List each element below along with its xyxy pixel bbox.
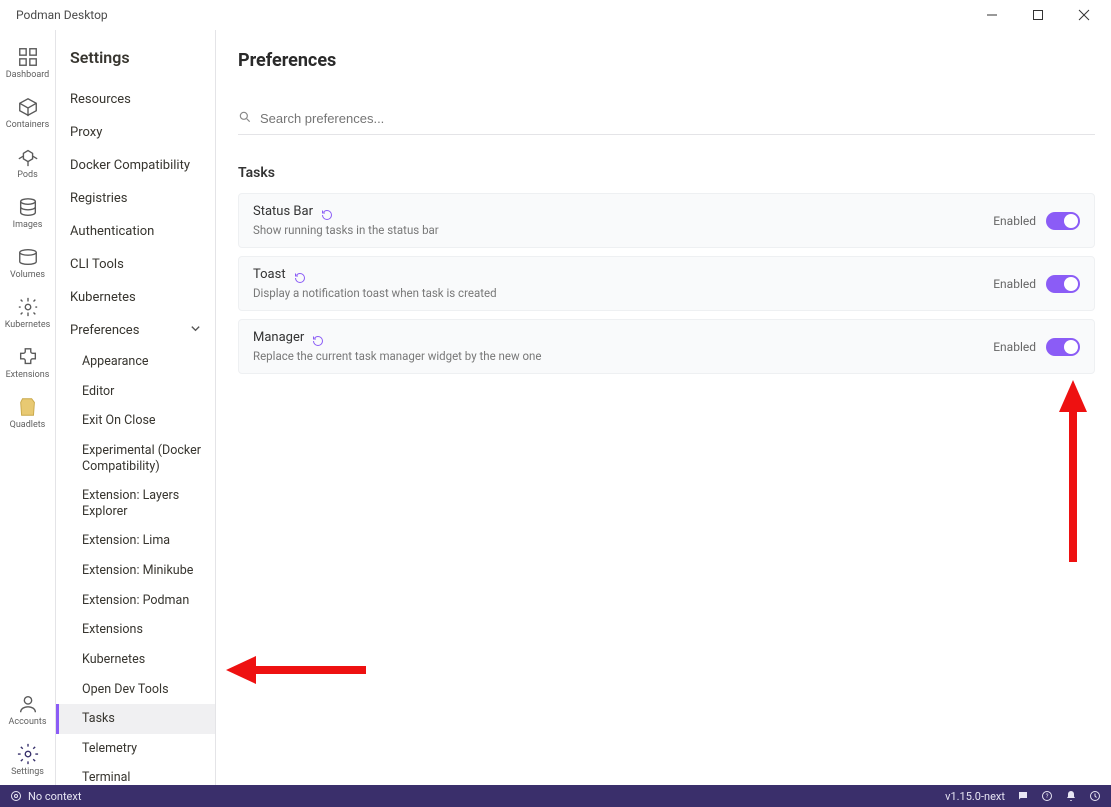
side-sub-ext-layers-explorer[interactable]: Extension: Layers Explorer — [56, 481, 215, 526]
settings-title: Settings — [56, 48, 215, 83]
pref-row-status-bar: Status Bar Show running tasks in the sta… — [238, 193, 1095, 248]
rail-settings[interactable]: Settings — [0, 735, 55, 785]
pref-desc: Replace the current task manager widget … — [253, 349, 542, 363]
pref-row-toast: Toast Display a notification toast when … — [238, 256, 1095, 311]
reset-icon[interactable] — [321, 206, 333, 218]
side-sub-telemetry[interactable]: Telemetry — [56, 734, 215, 764]
rail-label: Containers — [6, 120, 49, 130]
rail-label: Quadlets — [10, 420, 46, 430]
rail-label: Pods — [17, 170, 37, 180]
maximize-button[interactable] — [1015, 0, 1061, 30]
rail-label: Images — [13, 220, 43, 230]
bell-icon[interactable] — [1065, 790, 1077, 802]
rail-pods[interactable]: Pods — [0, 138, 55, 188]
help-icon[interactable]: ? — [1041, 790, 1053, 802]
pref-name: Manager — [253, 330, 304, 345]
reset-icon[interactable] — [294, 269, 306, 281]
search-wrap — [238, 109, 1095, 135]
annotation-arrow-up — [1053, 372, 1093, 572]
pref-state: Enabled — [993, 277, 1036, 291]
toggle-status-bar[interactable] — [1046, 212, 1080, 230]
rail-label: Volumes — [10, 270, 45, 280]
side-sub-appearance[interactable]: Appearance — [56, 347, 215, 377]
side-sub-tasks[interactable]: Tasks — [56, 704, 215, 734]
rail-quadlets[interactable]: Quadlets — [0, 388, 55, 438]
toggle-manager[interactable] — [1046, 338, 1080, 356]
statusbar: No context v1.15.0-next ? — [0, 785, 1111, 807]
minimize-button[interactable] — [969, 0, 1015, 30]
side-item-authentication[interactable]: Authentication — [56, 215, 215, 248]
pref-desc: Show running tasks in the status bar — [253, 223, 439, 237]
content-area: Preferences Tasks Status Bar Show runnin… — [216, 30, 1111, 785]
rail-label: Settings — [11, 767, 44, 777]
titlebar: Podman Desktop — [0, 0, 1111, 30]
svg-text:?: ? — [1046, 793, 1049, 800]
pref-name: Toast — [253, 267, 286, 282]
context-icon[interactable] — [10, 790, 22, 802]
side-label: Preferences — [70, 323, 139, 338]
app-title: Podman Desktop — [16, 8, 108, 22]
tasks-icon[interactable] — [1089, 790, 1101, 802]
page-title: Preferences — [238, 50, 1095, 71]
side-sub-terminal[interactable]: Terminal — [56, 763, 215, 785]
rail-volumes[interactable]: Volumes — [0, 238, 55, 288]
rail-nav: Dashboard Containers Pods Images Volumes… — [0, 30, 56, 785]
side-item-docker-compat[interactable]: Docker Compatibility — [56, 149, 215, 182]
rail-accounts[interactable]: Accounts — [0, 685, 55, 735]
side-sub-ext-lima[interactable]: Extension: Lima — [56, 526, 215, 556]
rail-images[interactable]: Images — [0, 188, 55, 238]
chevron-down-icon — [190, 323, 201, 338]
reset-icon[interactable] — [312, 332, 324, 344]
pref-desc: Display a notification toast when task i… — [253, 286, 497, 300]
annotation-arrow-right — [216, 650, 376, 690]
rail-dashboard[interactable]: Dashboard — [0, 38, 55, 88]
side-item-cli-tools[interactable]: CLI Tools — [56, 248, 215, 281]
window-controls — [969, 0, 1107, 30]
rail-extensions[interactable]: Extensions — [0, 338, 55, 388]
rail-label: Extensions — [6, 370, 50, 380]
rail-kubernetes[interactable]: Kubernetes — [0, 288, 55, 338]
feedback-icon[interactable] — [1017, 790, 1029, 802]
toggle-toast[interactable] — [1046, 275, 1080, 293]
rail-containers[interactable]: Containers — [0, 88, 55, 138]
rail-label: Kubernetes — [5, 320, 51, 330]
side-sub-experimental-docker[interactable]: Experimental (Docker Compatibility) — [56, 436, 215, 481]
section-title: Tasks — [238, 165, 1095, 181]
side-sub-open-dev-tools[interactable]: Open Dev Tools — [56, 675, 215, 705]
side-sub-ext-minikube[interactable]: Extension: Minikube — [56, 556, 215, 586]
side-sub-editor[interactable]: Editor — [56, 377, 215, 407]
version-text: v1.15.0-next — [945, 790, 1005, 803]
side-sub-exit-on-close[interactable]: Exit On Close — [56, 406, 215, 436]
search-icon — [238, 109, 252, 128]
settings-sidebar: Settings Resources Proxy Docker Compatib… — [56, 30, 216, 785]
context-text: No context — [28, 790, 81, 803]
side-sub-ext-podman[interactable]: Extension: Podman — [56, 586, 215, 616]
pref-row-manager: Manager Replace the current task manager… — [238, 319, 1095, 374]
pref-state: Enabled — [993, 340, 1036, 354]
side-item-kubernetes[interactable]: Kubernetes — [56, 281, 215, 314]
side-sub-extensions[interactable]: Extensions — [56, 615, 215, 645]
side-item-preferences[interactable]: Preferences — [56, 314, 215, 347]
rail-label: Dashboard — [6, 70, 50, 80]
side-item-registries[interactable]: Registries — [56, 182, 215, 215]
side-item-proxy[interactable]: Proxy — [56, 116, 215, 149]
close-button[interactable] — [1061, 0, 1107, 30]
pref-name: Status Bar — [253, 204, 313, 219]
pref-state: Enabled — [993, 214, 1036, 228]
search-input[interactable] — [260, 111, 1095, 126]
side-sub-kubernetes[interactable]: Kubernetes — [56, 645, 215, 675]
side-item-resources[interactable]: Resources — [56, 83, 215, 116]
rail-label: Accounts — [9, 717, 47, 727]
